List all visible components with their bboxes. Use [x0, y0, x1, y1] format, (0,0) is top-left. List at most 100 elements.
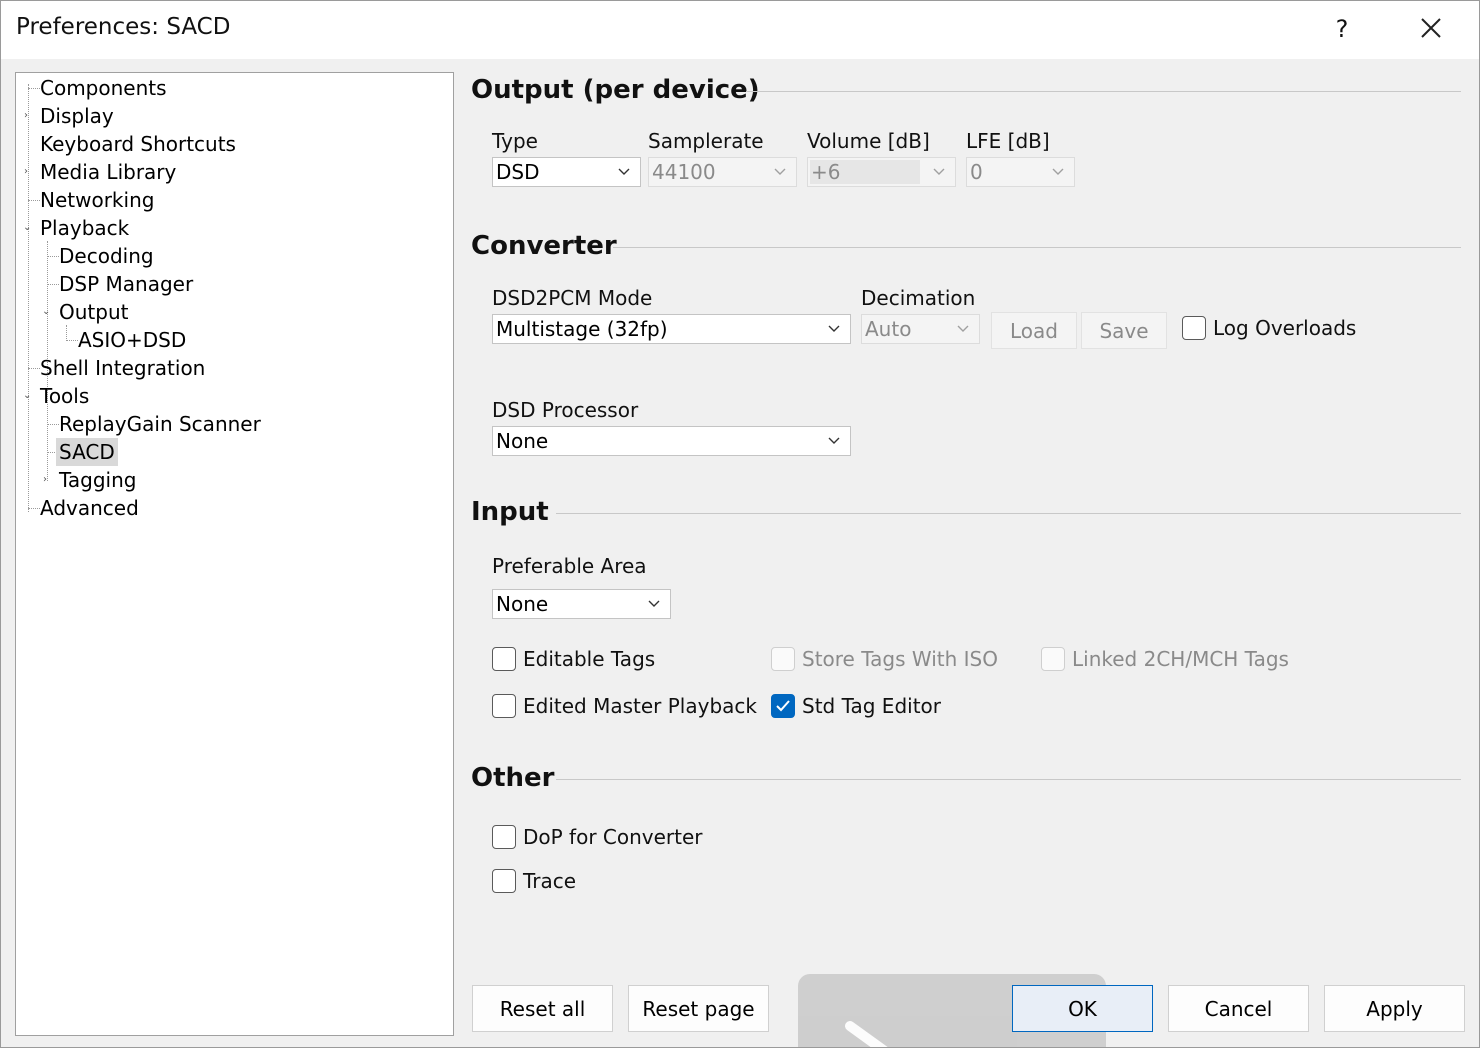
- dsd2pcm-mode-dropdown[interactable]: Multistage (32fp): [492, 314, 851, 344]
- tree-guide-line: [66, 325, 67, 339]
- reset-all-button[interactable]: Reset all: [472, 985, 613, 1032]
- tree-item-sacd[interactable]: SACD: [56, 438, 118, 466]
- tree-guide-line: [28, 368, 40, 369]
- tree-item-tools[interactable]: Tools: [40, 382, 89, 410]
- tree-item-asio-dsd[interactable]: ASIO+DSD: [78, 326, 186, 354]
- section-output-title: Output (per device): [471, 75, 760, 105]
- tree-guide-line: [47, 256, 59, 257]
- type-dropdown[interactable]: DSD: [492, 157, 641, 187]
- load-button[interactable]: Load: [991, 312, 1077, 349]
- tree-guide-line: [28, 508, 40, 509]
- std-tag-editor-label[interactable]: Std Tag Editor: [802, 694, 941, 718]
- dsd2pcm-mode-value: Multistage (32fp): [496, 317, 668, 341]
- lfe-dropdown[interactable]: 0: [966, 157, 1075, 187]
- type-label: Type: [492, 129, 538, 153]
- tree-item-media-library[interactable]: Media Library: [40, 158, 176, 186]
- volume-combo[interactable]: +6: [807, 157, 956, 187]
- chevron-down-icon: [957, 325, 969, 332]
- apply-button[interactable]: Apply: [1324, 985, 1465, 1032]
- chevron-down-icon: [774, 168, 786, 175]
- tree-item-networking[interactable]: Networking: [40, 186, 154, 214]
- tree-item-replaygain-scanner[interactable]: ReplayGain Scanner: [59, 410, 261, 438]
- dsd-processor-dropdown[interactable]: None: [492, 426, 851, 456]
- tree-item-playback[interactable]: Playback: [40, 214, 129, 242]
- preferable-area-dropdown[interactable]: None: [492, 589, 671, 619]
- lfe-label: LFE [dB]: [966, 129, 1050, 153]
- chevron-down-icon: [1052, 168, 1064, 175]
- section-divider: [556, 513, 1461, 514]
- editable-tags-label[interactable]: Editable Tags: [523, 647, 655, 671]
- editable-tags-checkbox[interactable]: [492, 647, 516, 671]
- chevron-down-icon[interactable]: ⌄: [42, 307, 52, 317]
- ok-button[interactable]: OK: [1012, 985, 1153, 1032]
- tree-item-shell-integration[interactable]: Shell Integration: [40, 354, 205, 382]
- dop-converter-label[interactable]: DoP for Converter: [523, 825, 703, 849]
- edited-master-checkbox[interactable]: [492, 694, 516, 718]
- check-icon: [776, 700, 790, 712]
- dsd2pcm-mode-label: DSD2PCM Mode: [492, 286, 653, 310]
- samplerate-dropdown[interactable]: 44100: [648, 157, 797, 187]
- tree-guide-line: [28, 84, 29, 512]
- preferable-area-value: None: [496, 592, 549, 616]
- help-icon: ?: [1335, 15, 1349, 43]
- dsd-processor-label: DSD Processor: [492, 398, 639, 422]
- chevron-right-icon[interactable]: ›: [43, 475, 53, 485]
- tree-item-keyboard-shortcuts[interactable]: Keyboard Shortcuts: [40, 130, 236, 158]
- type-value: DSD: [496, 160, 540, 184]
- store-tags-iso-label[interactable]: Store Tags With ISO: [802, 647, 998, 671]
- tree-item-decoding[interactable]: Decoding: [59, 242, 154, 270]
- preferences-tree[interactable]: › › ⌄ ⌄ ⌄ › Components Display Keyboard …: [15, 72, 454, 1036]
- trace-label[interactable]: Trace: [523, 869, 576, 893]
- chevron-right-icon[interactable]: ›: [24, 167, 34, 177]
- section-divider: [613, 247, 1461, 248]
- chevron-right-icon[interactable]: ›: [24, 111, 34, 121]
- close-icon: [1421, 18, 1441, 38]
- tree-guide-line: [47, 284, 59, 285]
- volume-value: +6: [811, 160, 841, 184]
- help-button[interactable]: ?: [1327, 11, 1357, 47]
- chevron-down-icon: [828, 437, 840, 444]
- preferences-window: Preferences: SACD ? › › ⌄ ⌄ ⌄ › Componen…: [0, 0, 1480, 1048]
- tree-guide-line: [28, 88, 40, 89]
- log-overloads-checkbox[interactable]: [1182, 316, 1206, 340]
- preferable-area-label: Preferable Area: [492, 554, 647, 578]
- chevron-down-icon: [933, 168, 945, 175]
- samplerate-value: 44100: [652, 160, 716, 184]
- linked-tags-label[interactable]: Linked 2CH/MCH Tags: [1072, 647, 1289, 671]
- tree-item-display[interactable]: Display: [40, 102, 114, 130]
- samplerate-label: Samplerate: [648, 129, 764, 153]
- title-bar: Preferences: SACD ?: [1, 1, 1479, 59]
- tree-guide-line: [28, 200, 40, 201]
- tree-item-advanced[interactable]: Advanced: [40, 494, 139, 522]
- lfe-value: 0: [970, 160, 983, 184]
- tree-item-output[interactable]: Output: [59, 298, 128, 326]
- section-divider: [556, 779, 1461, 780]
- dop-converter-checkbox[interactable]: [492, 825, 516, 849]
- tree-item-tagging[interactable]: Tagging: [59, 466, 136, 494]
- decimation-value: Auto: [865, 317, 912, 341]
- edited-master-label[interactable]: Edited Master Playback: [523, 694, 757, 718]
- reset-page-button[interactable]: Reset page: [628, 985, 769, 1032]
- section-converter-title: Converter: [471, 231, 617, 261]
- chevron-down-icon[interactable]: ⌄: [23, 223, 33, 233]
- log-overloads-label[interactable]: Log Overloads: [1213, 316, 1356, 340]
- tree-item-components[interactable]: Components: [40, 74, 167, 102]
- window-title: Preferences: SACD: [16, 14, 231, 40]
- close-button[interactable]: [1411, 11, 1451, 47]
- linked-tags-checkbox[interactable]: [1041, 647, 1065, 671]
- std-tag-editor-checkbox[interactable]: [771, 694, 795, 718]
- chevron-down-icon: [828, 325, 840, 332]
- section-divider: [746, 91, 1461, 92]
- decimation-dropdown[interactable]: Auto: [861, 314, 980, 344]
- trace-checkbox[interactable]: [492, 869, 516, 893]
- section-input-title: Input: [471, 497, 549, 527]
- tree-guide-line: [47, 424, 59, 425]
- tree-item-dsp-manager[interactable]: DSP Manager: [59, 270, 193, 298]
- chevron-down-icon[interactable]: ⌄: [23, 391, 33, 401]
- cancel-button[interactable]: Cancel: [1168, 985, 1309, 1032]
- chevron-down-icon: [648, 600, 660, 607]
- decimation-label: Decimation: [861, 286, 976, 310]
- save-button[interactable]: Save: [1081, 312, 1167, 349]
- store-tags-iso-checkbox[interactable]: [771, 647, 795, 671]
- dsd-processor-value: None: [496, 429, 549, 453]
